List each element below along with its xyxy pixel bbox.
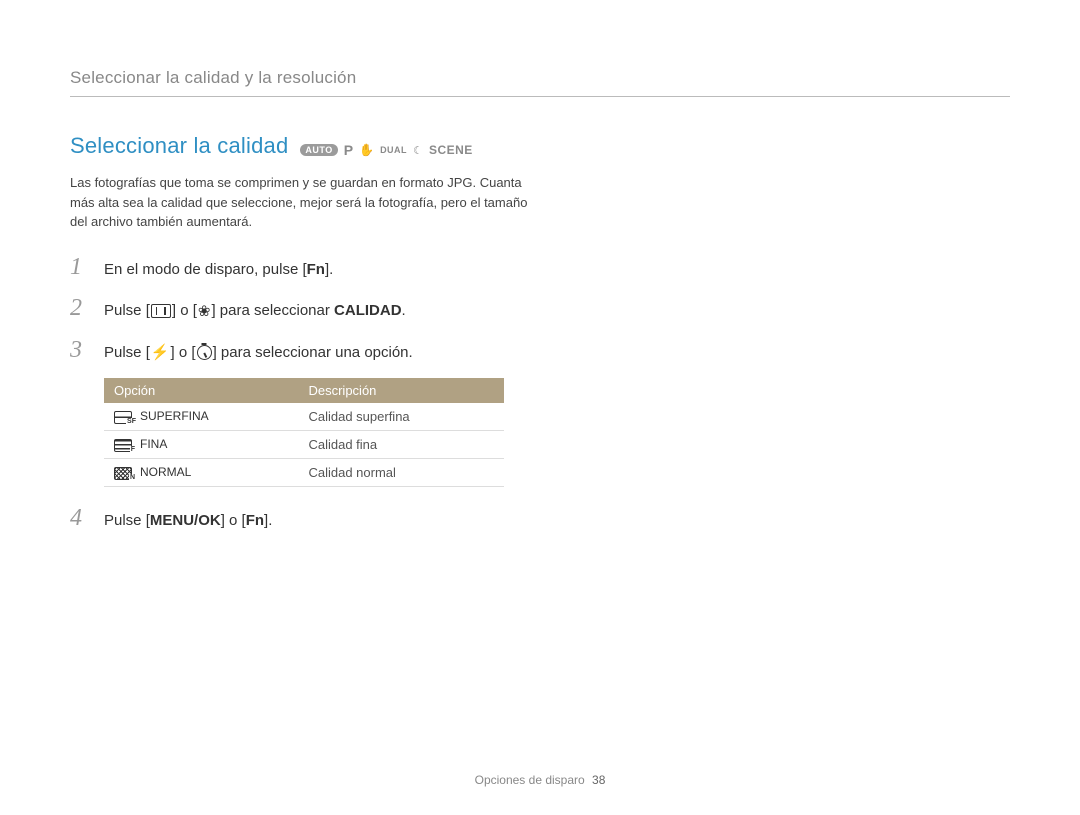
self-timer-icon bbox=[197, 345, 212, 360]
table-header-opcion: Opción bbox=[104, 378, 298, 403]
option-label: FINA bbox=[140, 437, 167, 451]
step-4-post: ]. bbox=[264, 512, 272, 529]
mode-p-badge: P bbox=[344, 142, 353, 158]
step-4-mid: ] o [ bbox=[221, 512, 246, 529]
quality-options-table: Opción Descripción SUPERFINA Calidad sup… bbox=[104, 378, 504, 487]
step-2-mid: ] o [ bbox=[172, 302, 197, 319]
mode-auto-badge: AUTO bbox=[300, 144, 337, 156]
fn-button-label: Fn bbox=[307, 261, 325, 278]
page-number: 38 bbox=[592, 773, 605, 787]
page-footer: Opciones de disparo 38 bbox=[0, 773, 1080, 787]
display-icon bbox=[151, 304, 171, 318]
night-icon: ☾ bbox=[413, 144, 423, 157]
step-4: 4 Pulse [MENU/OK] o [Fn]. bbox=[70, 505, 530, 533]
table-row: NORMAL Calidad normal bbox=[104, 459, 504, 487]
step-3: 3 Pulse [⚡] o [ ] para seleccionar una op… bbox=[70, 337, 530, 365]
step-4-pre: Pulse [ bbox=[104, 512, 150, 529]
macro-icon: ❀ bbox=[198, 304, 211, 319]
step-3-mid: ] o [ bbox=[171, 344, 196, 361]
content-column: Seleccionar la calidad AUTO P ✋ DUAL ☾ S… bbox=[70, 133, 530, 533]
step-1-post: ]. bbox=[325, 261, 333, 278]
table-row: FINA Calidad fina bbox=[104, 431, 504, 459]
quality-superfine-icon bbox=[114, 411, 132, 424]
step-text: Pulse [⚡] o [ ] para seleccionar una opci… bbox=[104, 342, 413, 365]
step-text: Pulse [MENU/OK] o [Fn]. bbox=[104, 510, 272, 533]
step-3-pre: Pulse [ bbox=[104, 344, 150, 361]
option-label: SUPERFINA bbox=[140, 409, 209, 423]
step-1: 1 En el modo de disparo, pulse [Fn]. bbox=[70, 254, 530, 282]
step-2-pre: Pulse [ bbox=[104, 302, 150, 319]
option-desc: Calidad superfina bbox=[298, 403, 504, 431]
table-row: SUPERFINA Calidad superfina bbox=[104, 403, 504, 431]
step-number: 3 bbox=[70, 337, 90, 364]
step-number: 4 bbox=[70, 505, 90, 532]
mode-dual-badge: DUAL bbox=[380, 145, 407, 155]
intro-paragraph: Las fotografías que toma se comprimen y … bbox=[70, 173, 530, 232]
calidad-label: CALIDAD bbox=[334, 302, 402, 319]
step-1-pre: En el modo de disparo, pulse [ bbox=[104, 261, 307, 278]
step-number: 1 bbox=[70, 254, 90, 281]
step-number: 2 bbox=[70, 295, 90, 322]
quality-normal-icon bbox=[114, 467, 132, 480]
step-2-post: ] para seleccionar bbox=[211, 302, 334, 319]
mode-badges: AUTO P ✋ DUAL ☾ SCENE bbox=[300, 142, 472, 158]
anti-shake-icon: ✋ bbox=[359, 143, 374, 157]
table-header-descripcion: Descripción bbox=[298, 378, 504, 403]
quality-fine-icon bbox=[114, 439, 132, 452]
step-3-post: ] para seleccionar una opción. bbox=[213, 344, 413, 361]
option-label: NORMAL bbox=[140, 465, 191, 479]
section-title-row: Seleccionar la calidad AUTO P ✋ DUAL ☾ S… bbox=[70, 133, 530, 159]
step-2: 2 Pulse [ ] o [❀] para seleccionar CALIDA… bbox=[70, 295, 530, 323]
mode-scene-badge: SCENE bbox=[429, 143, 473, 157]
flash-icon: ⚡ bbox=[151, 345, 170, 360]
menu-ok-button-label: MENU/OK bbox=[150, 512, 221, 529]
option-desc: Calidad normal bbox=[298, 459, 504, 487]
section-title: Seleccionar la calidad bbox=[70, 133, 288, 159]
step-2-end: . bbox=[402, 302, 406, 319]
fn-button-label: Fn bbox=[246, 512, 264, 529]
running-head: Seleccionar la calidad y la resolución bbox=[70, 68, 1010, 97]
option-desc: Calidad fina bbox=[298, 431, 504, 459]
step-text: Pulse [ ] o [❀] para seleccionar CALIDAD. bbox=[104, 300, 406, 323]
step-text: En el modo de disparo, pulse [Fn]. bbox=[104, 259, 333, 282]
footer-section: Opciones de disparo bbox=[475, 773, 585, 787]
